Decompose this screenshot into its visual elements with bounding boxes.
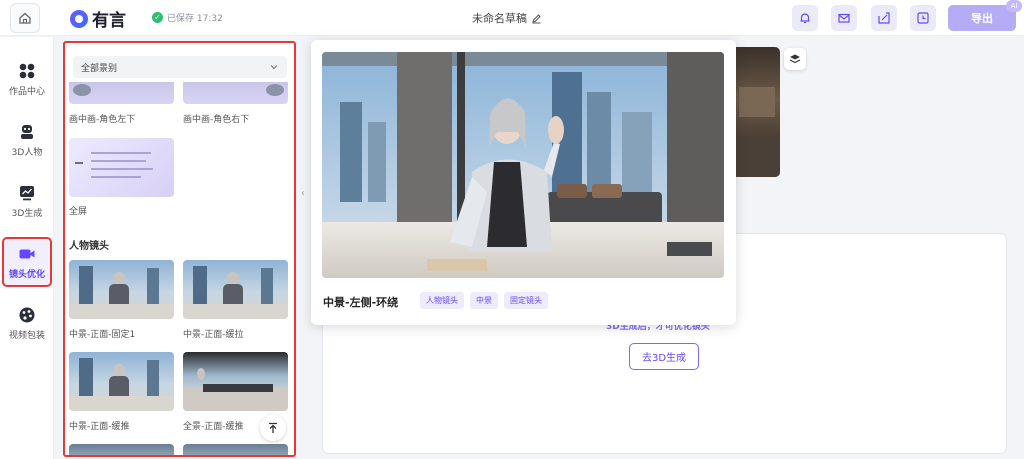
share-icon xyxy=(878,12,890,24)
shot-thumbnail-fullscreen[interactable] xyxy=(69,138,174,197)
layers-icon xyxy=(789,54,801,64)
preview-scene xyxy=(322,52,724,278)
nav-item-works[interactable]: 作品中心 xyxy=(2,54,52,104)
shot-label: 画中画-角色右下 xyxy=(183,115,250,125)
shot-thumbnail-full-front-push[interactable] xyxy=(183,352,288,411)
camera-icon xyxy=(18,245,36,263)
check-icon: ✓ xyxy=(152,12,163,23)
document-title[interactable]: 未命名草稿 xyxy=(472,10,542,26)
nav-item-lens-optimize[interactable]: 镜头优化 xyxy=(2,237,52,287)
character-avatar xyxy=(266,84,284,96)
notification-button[interactable] xyxy=(792,5,818,31)
shot-preview-popover: 中景-左侧-环绕 人物镜头 中景 固定镜头 xyxy=(311,40,736,325)
shot-label: 全景-正面-缓推 xyxy=(183,422,244,432)
scene-preview xyxy=(735,47,780,177)
shot-label: 中景-正面-缓拉 xyxy=(183,330,244,340)
shot-label: 中景-正面-固定1 xyxy=(69,330,136,340)
logo-icon xyxy=(70,9,88,28)
character-figure xyxy=(197,368,205,380)
history-button[interactable] xyxy=(910,5,936,31)
scroll-to-top-button[interactable] xyxy=(260,415,286,441)
mail-icon xyxy=(838,13,850,23)
chart-icon xyxy=(18,184,36,202)
nav-item-label: 视频包装 xyxy=(8,330,45,341)
nav-item-video-packaging[interactable]: 视频包装 xyxy=(2,298,52,348)
shot-label: 全屏 xyxy=(69,207,88,217)
tag-camera-movement: 固定镜头 xyxy=(504,292,548,309)
left-nav: 作品中心 3D人物 3D生成 镜头优化 视频包装 xyxy=(0,37,54,459)
home-icon xyxy=(19,12,31,24)
go-to-3d-generate-button[interactable]: 去3D生成 xyxy=(629,343,699,370)
shot-thumbnail-partial[interactable] xyxy=(183,444,288,455)
top-bar: 有言 ✓ 已保存 17:32 未命名草稿 导出 AI xyxy=(0,0,1024,36)
home-button[interactable] xyxy=(10,3,40,33)
tag-shot-category: 人物镜头 xyxy=(420,292,464,309)
nav-item-label: 作品中心 xyxy=(8,86,45,97)
tag-shot-size: 中景 xyxy=(470,292,498,309)
palette-icon xyxy=(18,306,36,324)
bell-icon xyxy=(800,13,810,24)
ai-badge: AI xyxy=(1006,0,1022,12)
history-icon xyxy=(917,12,929,24)
shot-thumbnail-pip-right[interactable] xyxy=(183,82,288,104)
shot-preview-title: 中景-左侧-环绕 xyxy=(323,296,399,309)
document-title-text: 未命名草稿 xyxy=(472,12,527,25)
section-title-character-shots: 人物镜头 xyxy=(69,241,109,252)
shot-thumbnail-pip-left[interactable] xyxy=(69,82,174,104)
shot-type-select-value: 全部景别 xyxy=(81,63,118,74)
lens-panel: 全部景别 画中画-角色左下 画中画-角色右下 全屏 人物镜头 中景-正面-固定1… xyxy=(63,41,296,457)
collapse-panel-handle[interactable]: ‹ xyxy=(298,182,308,204)
layers-button[interactable] xyxy=(784,48,806,70)
chevron-down-icon xyxy=(270,65,278,70)
app-logo: 有言 xyxy=(70,6,126,31)
shot-thumbnail-partial[interactable] xyxy=(69,444,174,455)
edit-icon[interactable] xyxy=(531,13,542,24)
shot-thumbnail-mid-front-pull[interactable] xyxy=(183,260,288,319)
shot-preview-image xyxy=(322,52,724,278)
logo-text: 有言 xyxy=(92,11,126,31)
save-status-text: 已保存 17:32 xyxy=(167,14,223,24)
arrow-up-icon xyxy=(269,422,277,433)
message-button[interactable] xyxy=(831,5,857,31)
shot-type-select[interactable]: 全部景别 xyxy=(73,56,287,78)
nav-item-3d-character[interactable]: 3D人物 xyxy=(2,115,52,165)
character-avatar xyxy=(73,84,91,96)
chevron-left-icon: ‹ xyxy=(301,187,305,199)
share-button[interactable] xyxy=(871,5,897,31)
nav-item-3d-generate[interactable]: 3D生成 xyxy=(2,176,52,226)
save-status: ✓ 已保存 17:32 xyxy=(152,11,223,24)
shot-label: 画中画-角色左下 xyxy=(69,115,136,125)
shot-thumbnail-mid-front-push[interactable] xyxy=(69,352,174,411)
nav-item-label: 3D生成 xyxy=(11,208,43,219)
nav-item-label: 镜头优化 xyxy=(8,269,45,280)
grid-icon xyxy=(18,62,36,80)
nav-item-label: 3D人物 xyxy=(11,147,43,158)
shot-preview-tags: 人物镜头 中景 固定镜头 xyxy=(420,292,548,309)
robot-icon xyxy=(18,123,36,141)
shot-thumbnail-mid-front-fixed[interactable] xyxy=(69,260,174,319)
shot-label: 中景-正面-缓推 xyxy=(69,422,130,432)
